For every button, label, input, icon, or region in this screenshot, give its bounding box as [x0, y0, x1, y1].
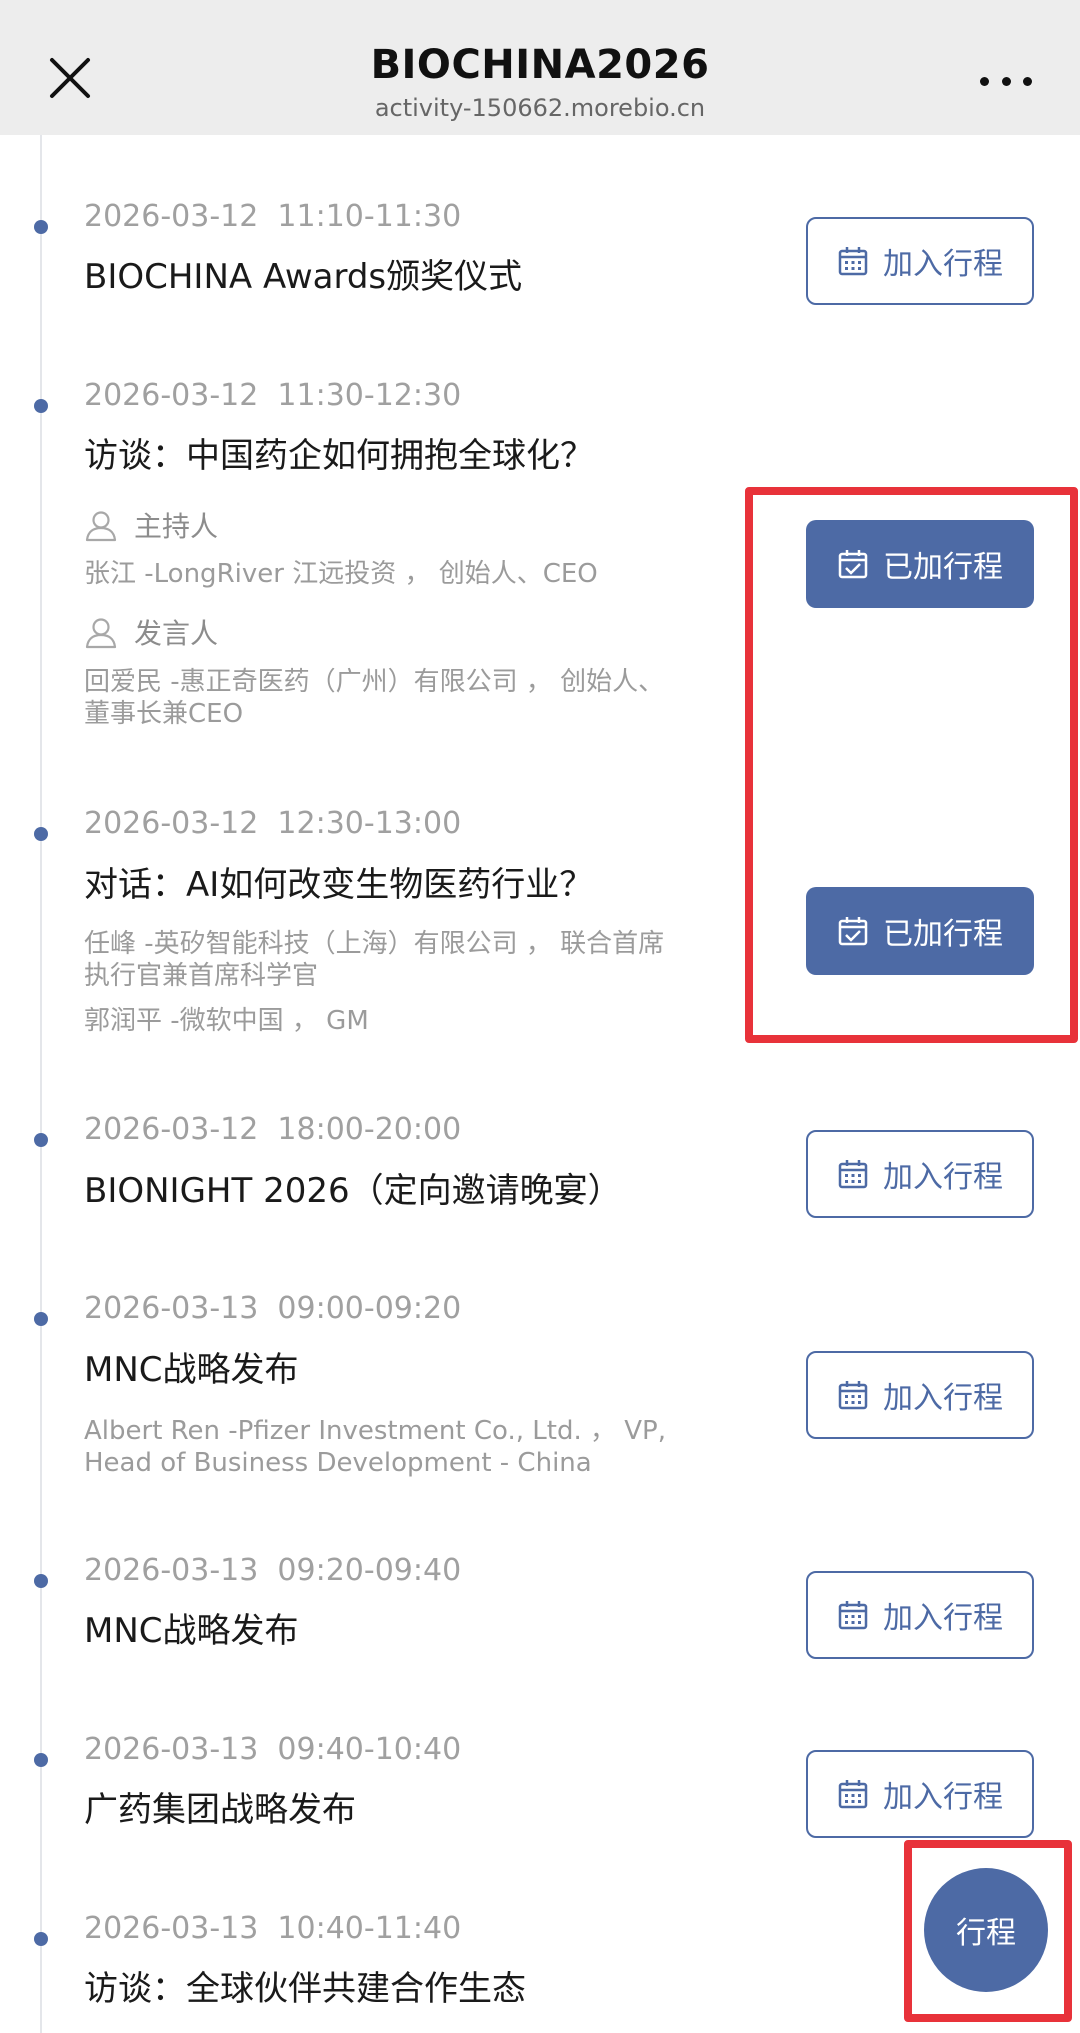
- more-icon-dot: [1001, 76, 1011, 86]
- add-to-schedule-button[interactable]: 加入行程: [806, 217, 1034, 305]
- event-time: 2026-03-13 09:00-09:20: [84, 1291, 462, 1326]
- page-url: activity-150662.morebio.cn: [374, 94, 706, 122]
- speaker-name: 郭润平 -微软中国 ， GM: [84, 1006, 369, 1036]
- event-time: 2026-03-13 09:40-10:40: [84, 1732, 462, 1767]
- timeline-dot: [34, 1312, 48, 1326]
- speaker-name-cont: Head of Business Development - China: [84, 1448, 592, 1478]
- title-block: BIOCHINA2026 activity-150662.morebio.cn: [240, 40, 840, 124]
- event-title: 访谈：中国药企如何拥抱全球化？: [84, 436, 594, 476]
- highlight-box: [904, 1840, 1072, 2022]
- person-icon: [85, 511, 117, 542]
- timeline-dot: [34, 1133, 48, 1147]
- event-title: MNC战略发布: [84, 1611, 299, 1651]
- speaker-name-cont: 董事长兼CEO: [84, 699, 244, 729]
- page-title: BIOCHINA2026: [370, 42, 710, 88]
- timeline-dot: [34, 1932, 48, 1946]
- title-bar: BIOCHINA2026 activity-150662.morebio.cn: [0, 0, 1080, 135]
- event-time: 2026-03-12 11:30-12:30: [84, 378, 462, 413]
- timeline-dot: [34, 220, 48, 234]
- event-time: 2026-03-12 12:30-13:00: [84, 806, 462, 841]
- speaker-name: Albert Ren -Pfizer Investment Co., Ltd. …: [84, 1416, 666, 1446]
- calendar-icon: [838, 247, 868, 276]
- event-title: MNC战略发布: [84, 1350, 299, 1390]
- timeline-dot: [34, 1753, 48, 1767]
- add-to-schedule-button[interactable]: 加入行程: [806, 1750, 1034, 1838]
- calendar-icon: [838, 1160, 868, 1189]
- event-title: 对话：AI如何改变生物医药行业？: [84, 865, 594, 905]
- speaker-name-cont: 执行官兼首席科学官: [84, 961, 319, 991]
- close-button[interactable]: [44, 52, 96, 104]
- close-icon: [50, 58, 90, 98]
- add-to-schedule-button[interactable]: 加入行程: [806, 1130, 1034, 1218]
- more-button[interactable]: [980, 70, 1032, 92]
- event-title: BIOCHINA Awards颁奖仪式: [84, 257, 523, 297]
- add-to-schedule-button[interactable]: 加入行程: [806, 1351, 1034, 1439]
- speaker-role-row: 发言人: [84, 612, 218, 652]
- event-time: 2026-03-12 18:00-20:00: [84, 1112, 462, 1147]
- timeline-dot: [34, 1574, 48, 1588]
- host-name: 张江 -LongRiver 江远投资 ， 创始人、CEO: [84, 559, 598, 589]
- highlight-box: [745, 487, 1078, 1043]
- add-to-schedule-button[interactable]: 加入行程: [806, 1571, 1034, 1659]
- add-button-label: 加入行程: [883, 1780, 1003, 1815]
- calendar-icon: [838, 1381, 868, 1410]
- add-button-label: 加入行程: [883, 1601, 1003, 1636]
- calendar-icon: [838, 1780, 868, 1809]
- speaker-name: 任峰 -英矽智能科技（上海）有限公司 ， 联合首席: [84, 929, 665, 959]
- more-icon-dot: [1023, 76, 1032, 86]
- add-button-label: 加入行程: [883, 1160, 1003, 1195]
- timeline-line: [40, 135, 42, 2033]
- event-time: 2026-03-12 11:10-11:30: [84, 199, 462, 234]
- timeline-dot: [34, 827, 48, 841]
- add-button-label: 加入行程: [883, 247, 1003, 282]
- speaker-label: 发言人: [134, 617, 219, 650]
- event-title: BIONIGHT 2026（定向邀请晚宴）: [84, 1171, 622, 1211]
- calendar-icon: [838, 1601, 868, 1630]
- speaker-name: 回爱民 -惠正奇医药（广州）有限公司 ， 创始人、: [84, 667, 665, 697]
- host-label: 主持人: [134, 510, 219, 543]
- add-button-label: 加入行程: [883, 1381, 1003, 1416]
- event-title: 访谈：全球伙伴共建合作生态: [84, 1969, 526, 2009]
- event-time: 2026-03-13 09:20-09:40: [84, 1553, 462, 1588]
- event-time: 2026-03-13 10:40-11:40: [84, 1911, 462, 1946]
- event-title: 广药集团战略发布: [84, 1790, 356, 1830]
- host-role-row: 主持人: [84, 505, 218, 545]
- more-icon: [980, 76, 989, 86]
- person-icon: [85, 618, 117, 649]
- timeline-dot: [34, 399, 48, 413]
